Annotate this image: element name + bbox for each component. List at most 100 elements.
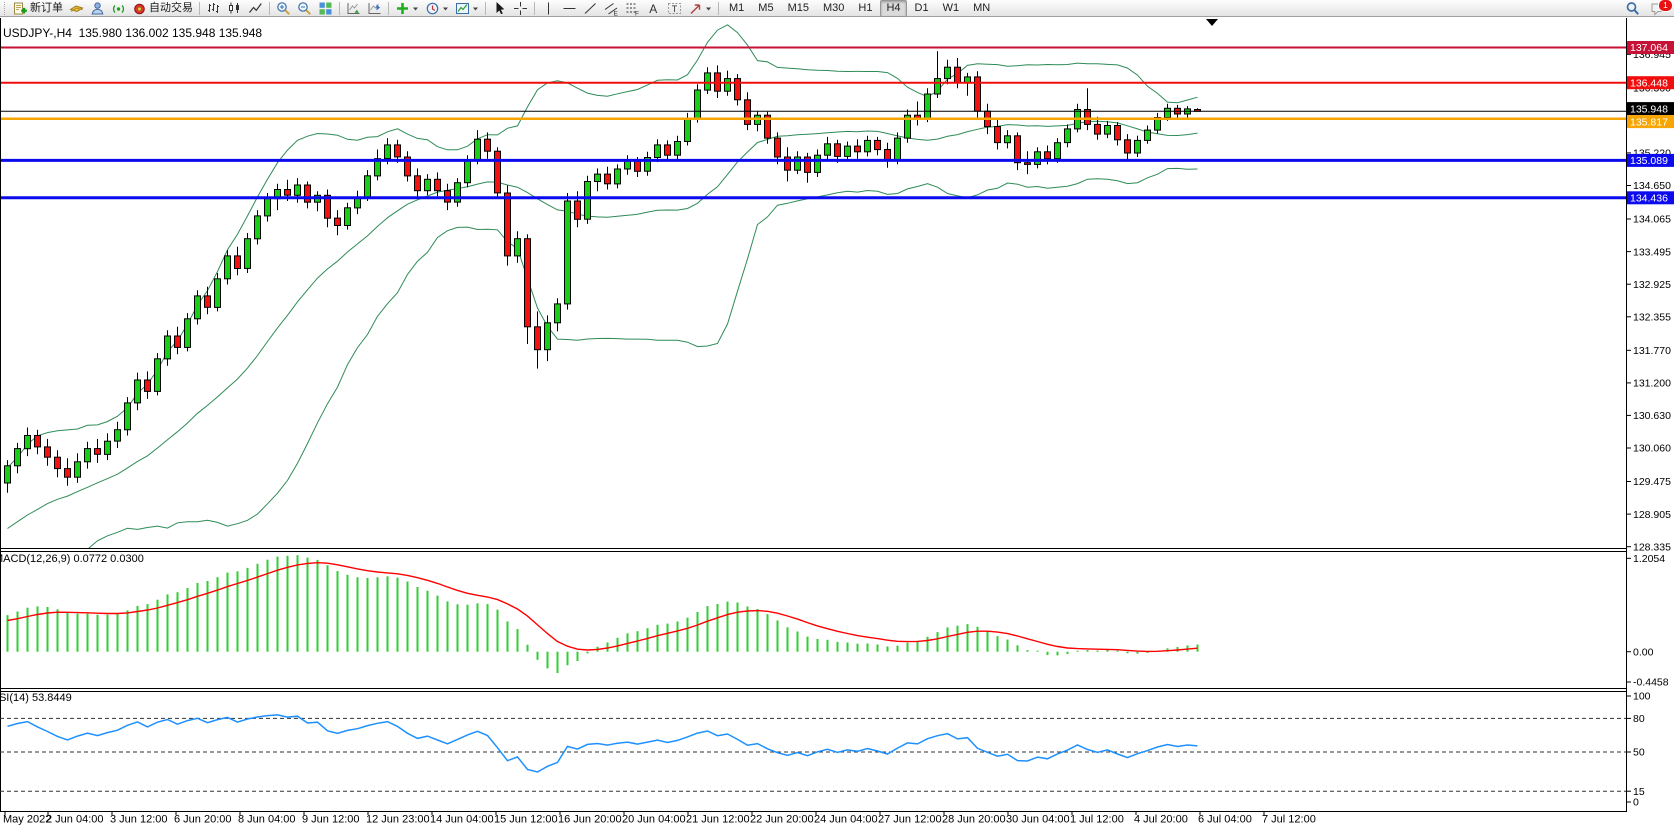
signals-button[interactable] — [108, 0, 129, 17]
price-tick-label: 130.060 — [1633, 443, 1671, 455]
svg-text:E: E — [614, 10, 619, 16]
timeframe-m30-button[interactable]: M30 — [817, 0, 850, 17]
metaeditor-icon — [69, 1, 84, 16]
candle-body — [895, 138, 901, 161]
rsi-pane — [0, 715, 1626, 791]
templates-button[interactable] — [452, 0, 482, 17]
chart-shift-button[interactable] — [364, 0, 385, 17]
equidistant-channel-button[interactable]: E — [601, 0, 622, 17]
zoom-in-button[interactable] — [273, 0, 294, 17]
timeframe-m15-button[interactable]: M15 — [782, 0, 815, 17]
new-order-button[interactable]: 新订单 — [10, 0, 66, 17]
candle-body — [815, 155, 821, 172]
chart-canvas[interactable]: 136.945136.360135.790135.220134.650134.0… — [0, 0, 1674, 825]
tile-windows-button[interactable] — [315, 0, 336, 17]
candle-body — [925, 94, 931, 119]
search-icon — [1625, 1, 1640, 16]
bar-chart-button[interactable] — [203, 0, 224, 17]
price-tick-label: 128.905 — [1633, 509, 1671, 521]
candle-body — [295, 185, 301, 195]
zoom-out-button[interactable] — [294, 0, 315, 17]
toolbar-buttons: 新订单 自动交易 EFAT — [10, 0, 722, 17]
text-button[interactable]: A — [643, 0, 664, 17]
auto-scroll-button[interactable] — [343, 0, 364, 17]
timeframe-m1-button[interactable]: M1 — [723, 0, 750, 17]
notifications-button[interactable]: 1 — [1647, 0, 1668, 17]
candle-chart-icon — [227, 1, 242, 16]
candle-body — [935, 79, 941, 94]
time-axis-label: May 2022 — [3, 814, 51, 825]
macd-signal-line — [8, 563, 1198, 652]
candle-body — [185, 319, 191, 348]
cursor-button[interactable] — [489, 0, 510, 17]
arrows-icon — [688, 1, 703, 16]
fibonacci-icon: F — [625, 1, 640, 16]
vertical-line-icon — [541, 1, 556, 16]
candle-body — [495, 151, 501, 193]
line-chart-button[interactable] — [245, 0, 266, 17]
profile-button[interactable] — [87, 0, 108, 17]
timeframe-h4-button[interactable]: H4 — [880, 0, 906, 17]
time-axis-label: 28 Jun 20:00 — [942, 814, 1006, 825]
indicators-button[interactable] — [392, 0, 422, 17]
price-badge-label: 136.448 — [1630, 77, 1668, 89]
dropdown-caret-icon — [705, 1, 712, 16]
search-button[interactable] — [1622, 0, 1643, 17]
equidistant-channel-icon: E — [604, 1, 619, 16]
candle-body — [145, 380, 151, 391]
timeframe-mn-button[interactable]: MN — [967, 0, 996, 17]
candle-body — [855, 146, 861, 152]
crosshair-icon — [513, 1, 528, 16]
candle-body — [525, 239, 531, 327]
candle-body — [655, 145, 661, 158]
timeframe-h1-button[interactable]: H1 — [852, 0, 878, 17]
candle-body — [1105, 126, 1111, 135]
candle-body — [25, 436, 31, 449]
fibonacci-button[interactable]: F — [622, 0, 643, 17]
horizontal-line-button[interactable] — [559, 0, 580, 17]
periods-button[interactable] — [422, 0, 452, 17]
candle-body — [535, 327, 541, 350]
timeframe-m5-button[interactable]: M5 — [752, 0, 779, 17]
candle-body — [305, 185, 311, 202]
time-axis[interactable]: May 20222 Jun 04:003 Jun 12:006 Jun 20:0… — [3, 812, 1316, 825]
arrows-button[interactable] — [685, 0, 715, 17]
time-axis-label: 14 Jun 04:00 — [430, 814, 494, 825]
crosshair-button[interactable] — [510, 0, 531, 17]
timeframe-d1-button[interactable]: D1 — [909, 0, 935, 17]
vertical-line-button[interactable] — [538, 0, 559, 17]
candle-body — [635, 161, 641, 171]
time-axis-label: 7 Jul 12:00 — [1262, 814, 1316, 825]
candle-chart-button[interactable] — [224, 0, 245, 17]
chart-shift-marker[interactable] — [1206, 19, 1218, 26]
toolbar-grip[interactable] — [4, 2, 8, 15]
candle-body — [245, 239, 251, 269]
candle-body — [705, 73, 711, 90]
time-axis-label: 21 Jun 12:00 — [686, 814, 750, 825]
candle-body — [265, 199, 271, 216]
candle-body — [545, 323, 551, 350]
macd-axis-label: 1.2054 — [1633, 553, 1665, 565]
time-axis-label: 8 Jun 04:00 — [238, 814, 296, 825]
toolbar-separator — [339, 2, 340, 15]
time-axis-label: 9 Jun 12:00 — [302, 814, 360, 825]
trendline-button[interactable] — [580, 0, 601, 17]
candle-body — [575, 201, 581, 219]
price-tick-label: 128.335 — [1633, 541, 1671, 553]
metaeditor-button[interactable] — [66, 0, 87, 17]
macd-indicator-label: MACD(12,26,9) 0.0772 0.0300 — [0, 553, 144, 565]
pane-splitters[interactable] — [0, 549, 1627, 692]
price-tick-label: 134.065 — [1633, 214, 1671, 226]
price-tick-label: 132.355 — [1633, 312, 1671, 324]
toolbar-separator — [485, 2, 486, 15]
time-axis-label: 27 Jun 12:00 — [878, 814, 942, 825]
time-axis-label: 2 Jun 04:00 — [46, 814, 104, 825]
candle-body — [85, 449, 91, 462]
candle-body — [465, 160, 471, 183]
price-axis[interactable]: 136.945136.360135.790135.220134.650134.0… — [1627, 18, 1674, 812]
text-label-button[interactable]: T — [664, 0, 685, 17]
autotrading-button[interactable]: 自动交易 — [129, 0, 196, 17]
candle-body — [665, 145, 671, 155]
timeframe-w1-button[interactable]: W1 — [937, 0, 966, 17]
candle-body — [875, 140, 881, 149]
